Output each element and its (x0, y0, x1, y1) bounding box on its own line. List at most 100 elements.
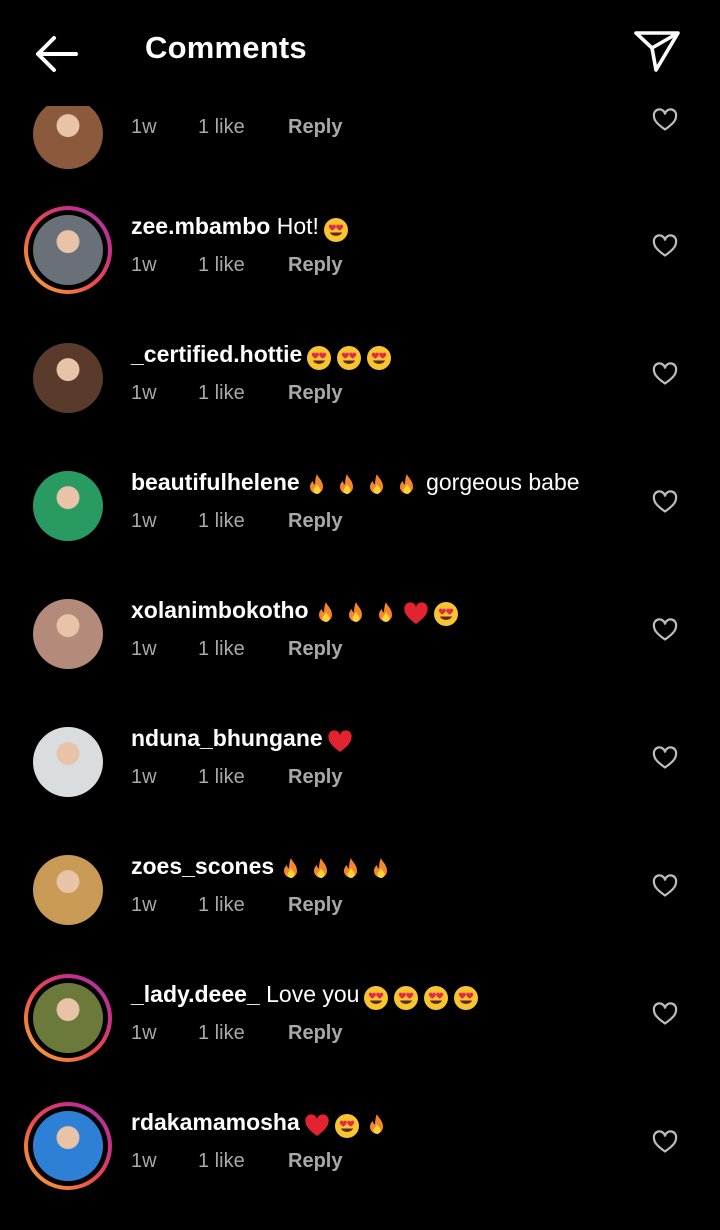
comment-meta: 1w 1 like Reply (131, 510, 342, 533)
comment-row: _lady.deee_ Love you 1w 1 like Reply (0, 974, 720, 1102)
comment-username[interactable]: xolanimbokotho (131, 597, 309, 623)
comment-likes[interactable]: 1 like (198, 510, 288, 533)
comment-time: 1w (131, 894, 157, 916)
avatar-image (33, 727, 103, 797)
like-heart-icon[interactable] (652, 746, 678, 770)
heart-eyes-emoji (433, 599, 459, 626)
comment-row: beautifulhelene gorgeous babe 1w 1 like Rep… (0, 462, 720, 590)
comment-row: rdakamamosha 1w 1 like Reply (0, 1102, 720, 1230)
comment-meta: 1w 1 like Reply (131, 766, 342, 789)
reply-button[interactable]: Reply (288, 894, 342, 917)
avatar[interactable] (24, 846, 112, 934)
reply-button[interactable]: Reply (288, 510, 342, 533)
avatar[interactable] (24, 974, 112, 1062)
heart-eyes-emoji (453, 983, 479, 1010)
fire-emoji (343, 599, 369, 625)
heart-eyes-emoji (393, 983, 419, 1010)
comment-likes[interactable]: 1 like (198, 116, 288, 139)
comment-username[interactable]: zee.mbambo (131, 213, 270, 239)
heart-eyes-emoji (363, 983, 389, 1010)
heart-eyes-emoji (336, 343, 362, 370)
heart-eyes-emoji (334, 1111, 360, 1138)
like-heart-icon[interactable] (652, 234, 678, 258)
comment-likes[interactable]: 1 like (198, 766, 288, 789)
header-bar: Comments (0, 0, 720, 106)
avatar-image (33, 471, 103, 541)
comment-text: xolanimbokotho (131, 590, 459, 630)
comment-time: 1w (131, 638, 157, 660)
comment-username[interactable]: _lady.deee_ (131, 981, 260, 1007)
comment-row: _certified.hottie 1w 1 like Reply (0, 334, 720, 462)
reply-button[interactable]: Reply (288, 1150, 342, 1173)
comment-row: zee.mbambo Hot! 1w 1 like Reply (0, 206, 720, 334)
comment-body: gorgeous babe (419, 469, 580, 495)
back-arrow-icon[interactable] (30, 32, 84, 76)
comment-username[interactable]: zoes_scones (131, 853, 274, 879)
avatar[interactable] (24, 718, 112, 806)
avatar-image (33, 855, 103, 925)
page-title: Comments (145, 30, 307, 65)
send-icon[interactable] (632, 28, 682, 74)
comment-time: 1w (131, 254, 157, 276)
comment-meta: 1w 1 like Reply (131, 1022, 342, 1045)
like-heart-icon[interactable] (652, 490, 678, 514)
avatar-image (33, 343, 103, 413)
comment-likes[interactable]: 1 like (198, 1150, 288, 1173)
like-heart-icon[interactable] (652, 1002, 678, 1026)
comment-meta: 1w 1 like Reply (131, 382, 342, 405)
fire-emoji (338, 855, 364, 881)
heart-eyes-emoji (423, 983, 449, 1010)
comment-text: _certified.hottie (131, 334, 392, 374)
avatar[interactable] (24, 206, 112, 294)
reply-button[interactable]: Reply (288, 766, 342, 789)
fire-emoji (313, 599, 339, 625)
reply-button[interactable]: Reply (288, 382, 342, 405)
comment-username[interactable]: beautifulhelene (131, 469, 300, 495)
like-heart-icon[interactable] (652, 1130, 678, 1154)
comment-body: Hot! (270, 213, 319, 239)
comment-username[interactable]: nduna_bhungane (131, 725, 323, 751)
red-heart-emoji (327, 727, 353, 753)
comment-meta: 1w 1 like Reply (131, 894, 342, 917)
fire-emoji (364, 471, 390, 497)
comment-time: 1w (131, 510, 157, 532)
comment-username[interactable]: rdakamamosha (131, 1109, 300, 1135)
avatar[interactable] (24, 590, 112, 678)
comment-body: Love you (259, 981, 360, 1007)
like-heart-icon[interactable] (652, 362, 678, 386)
fire-emoji (278, 855, 304, 881)
comment-time: 1w (131, 116, 157, 138)
comment-likes[interactable]: 1 like (198, 638, 288, 661)
comment-row: nduna_bhungane 1w 1 like Reply (0, 718, 720, 846)
like-heart-icon[interactable] (652, 618, 678, 642)
reply-button[interactable]: Reply (288, 116, 342, 139)
comment-row: xolanimbokotho 1w 1 like Reply (0, 590, 720, 718)
comment-likes[interactable]: 1 like (198, 382, 288, 405)
reply-button[interactable]: Reply (288, 638, 342, 661)
avatar-image (33, 215, 103, 285)
reply-button[interactable]: Reply (288, 254, 342, 277)
red-heart-emoji (304, 1111, 330, 1137)
avatar[interactable] (24, 1102, 112, 1190)
like-heart-icon[interactable] (652, 874, 678, 898)
comment-likes[interactable]: 1 like (198, 894, 288, 917)
comment-username[interactable]: _certified.hottie (131, 341, 302, 367)
comment-text: _lady.deee_ Love you (131, 974, 479, 1014)
avatar-image (33, 983, 103, 1053)
comments-list: 1w 1 like Reply zee.mbambo Hot! 1w 1 like Repl… (0, 0, 720, 1191)
comment-likes[interactable]: 1 like (198, 254, 288, 277)
comment-text: zee.mbambo Hot! (131, 206, 349, 246)
comment-meta: 1w 1 like Reply (131, 254, 342, 277)
fire-emoji (368, 855, 394, 881)
avatar[interactable] (24, 462, 112, 550)
comment-meta: 1w 1 like Reply (131, 1150, 342, 1173)
fire-emoji (364, 1111, 390, 1137)
reply-button[interactable]: Reply (288, 1022, 342, 1045)
comment-time: 1w (131, 382, 157, 404)
avatar[interactable] (24, 334, 112, 422)
comment-time: 1w (131, 766, 157, 788)
comment-row: zoes_scones 1w 1 like Reply (0, 846, 720, 974)
comment-likes[interactable]: 1 like (198, 1022, 288, 1045)
like-heart-icon[interactable] (652, 108, 678, 132)
comment-meta: 1w 1 like Reply (131, 638, 342, 661)
